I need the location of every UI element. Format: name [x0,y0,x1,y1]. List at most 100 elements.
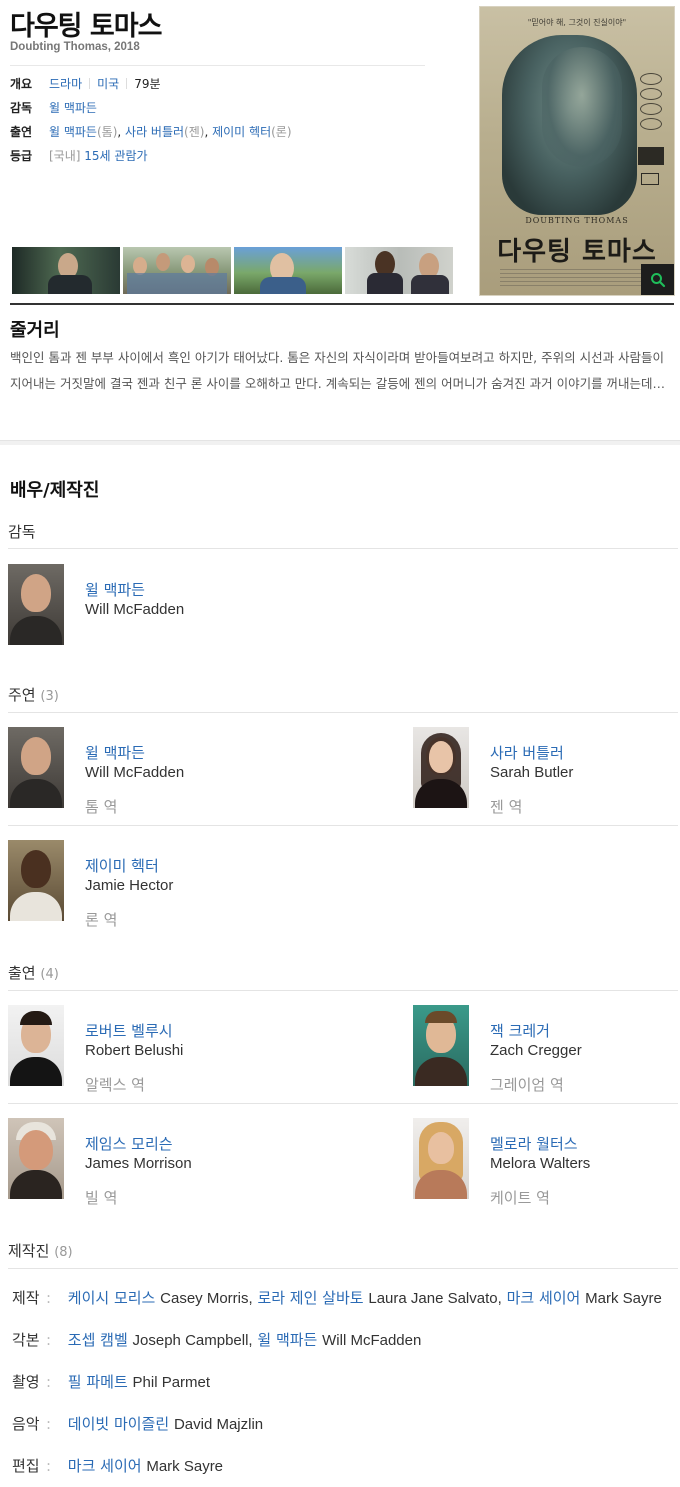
still-thumbnail[interactable] [12,247,120,294]
poster-zoom-button[interactable] [641,264,674,295]
still-thumbnail[interactable] [345,247,453,294]
movie-title: 다우팅 토마스 [10,11,162,42]
person-photo[interactable] [8,564,64,645]
still-thumbnail[interactable] [123,247,231,294]
poster-title-en: DOUBTING THOMAS [525,216,629,225]
crew-name-en: Mark Sayre [585,1290,662,1307]
crew-name-en: Will McFadden [322,1332,422,1349]
crew-name-en: Casey Morris, [160,1290,253,1307]
crew-name-link[interactable]: 케이시 모리스 [68,1289,156,1307]
person-name-en: Jamie Hector [85,877,174,894]
crew-name-en: Joseph Campbell, [132,1332,253,1349]
lead-section-heading: 주연 (3) [8,684,59,705]
laurel-icon [640,73,662,85]
info-cast-label: 출연 [10,125,33,139]
crew-name-link[interactable]: 마크 세이어 [507,1289,581,1307]
poster-credits-block [500,269,650,289]
crew-row-screenplay: 각본: 조셉 캠벨 Joseph Campbell, 윌 맥파든 Will Mc… [12,1329,421,1350]
person-name-link[interactable]: 윌 맥파든 [85,742,145,763]
still-thumbnail[interactable] [234,247,342,294]
cast-role: (젠) [184,125,205,139]
person-name-link[interactable]: 멜로라 월터스 [490,1133,578,1154]
movie-poster[interactable]: "믿어야 해, 그것이 진실이야" DOUBTING THOMAS 다우팅 토마… [479,6,675,296]
crew-section-heading: 제작진 (8) [8,1240,73,1261]
colon-separator: : [46,1415,52,1433]
separator [126,78,128,89]
person-name-link[interactable]: 잭 크레거 [490,1020,550,1041]
person-name-link[interactable]: 사라 버틀러 [490,742,564,763]
divider [8,548,678,549]
person-photo[interactable] [413,1118,469,1199]
crew-name-link[interactable]: 필 파메트 [68,1373,128,1391]
synopsis-text: 백인인 톰과 젠 부부 사이에서 흑인 아기가 태어났다. 톰은 자신의 자식이… [10,350,666,391]
laurel-icon [640,103,662,115]
person-photo[interactable] [413,727,469,808]
section-count: (4) [40,967,59,982]
person-photo[interactable] [8,727,64,808]
person-photo[interactable] [413,1005,469,1086]
crew-label: 제작 [12,1289,40,1307]
info-rating-row: 등급 [국내] 15세 관람가 [10,147,148,164]
section-label: 주연 [8,686,36,704]
divider [10,65,425,66]
person-role: 빌 역 [85,1189,118,1207]
support-section-heading: 출연 (4) [8,962,59,983]
poster-artwork-overlay [542,47,622,167]
cast-link[interactable]: 제이미 헥터 [212,123,271,140]
person-name-link[interactable]: 로버트 벨루시 [85,1020,173,1041]
poster-tagline: "믿어야 해, 그것이 진실이야" [527,18,627,27]
info-overview-row: 개요 드라마 미국 79분 [10,75,161,92]
rating-region: [국내] [49,149,81,163]
crew-label: 편집 [12,1457,40,1475]
cast-role: (론) [271,125,292,139]
crew-row-music: 음악: 데이빗 마이즐린 David Majzlin [12,1413,263,1434]
separator [89,78,91,89]
person-name-en: Sarah Butler [490,764,574,781]
person-name-link[interactable]: 제임스 모리슨 [85,1133,173,1154]
section-count: (3) [40,689,59,704]
crew-name-en: Laura Jane Salvato, [368,1290,502,1307]
colon-separator: : [46,1373,52,1391]
info-rating-label: 등급 [10,149,33,163]
festival-badge-icon [638,147,664,165]
search-icon [650,272,665,287]
person-name-en: Robert Belushi [85,1042,184,1059]
person-photo[interactable] [8,1118,64,1199]
info-director-row: 감독 윌 맥파든 [10,99,97,116]
director-link[interactable]: 윌 맥파든 [49,99,97,116]
crew-name-en: Mark Sayre [146,1458,224,1475]
crew-name-link[interactable]: 조셉 캠벨 [68,1331,128,1349]
person-name-link[interactable]: 윌 맥파든 [85,579,145,600]
divider [8,712,678,713]
crew-name-link[interactable]: 윌 맥파든 [257,1331,317,1349]
genre-link[interactable]: 드라마 [49,75,82,92]
person-role: 그레이엄 역 [490,1076,564,1094]
divider [8,1268,678,1269]
person-name-en: Will McFadden [85,601,185,618]
cast-link[interactable]: 윌 맥파든 [49,123,97,140]
person-photo[interactable] [8,840,64,921]
rating-link[interactable]: 15세 관람가 [84,147,147,164]
crew-name-link[interactable]: 로라 제인 살바토 [257,1289,363,1307]
crew-name-link[interactable]: 데이빗 마이즐린 [68,1415,169,1433]
colon-separator: : [46,1457,52,1475]
person-name-en: Melora Walters [490,1155,591,1172]
info-director-label: 감독 [10,101,33,115]
info-cast-row: 출연 윌 맥파든 (톰), 사라 버틀러 (젠), 제이미 헥터 (론) [10,123,292,140]
runtime: 79분 [134,77,161,91]
person-photo[interactable] [8,1005,64,1086]
person-role: 젠 역 [490,798,523,816]
section-label: 제작진 [8,1242,50,1260]
crew-name-link[interactable]: 마크 세이어 [68,1457,142,1475]
cast-link[interactable]: 사라 버틀러 [125,123,184,140]
person-name-link[interactable]: 제이미 헥터 [85,855,159,876]
country-link[interactable]: 미국 [97,75,119,92]
crew-name-en: David Majzlin [173,1416,264,1433]
crew-label: 각본 [12,1331,40,1349]
section-label: 감독 [8,523,36,541]
synopsis-heading: 줄거리 [10,320,60,341]
info-overview-label: 개요 [10,77,33,91]
crew-row-editing: 편집: 마크 세이어 Mark Sayre [12,1455,223,1476]
festival-badge-icon [641,173,659,185]
person-role: 알렉스 역 [85,1076,145,1094]
